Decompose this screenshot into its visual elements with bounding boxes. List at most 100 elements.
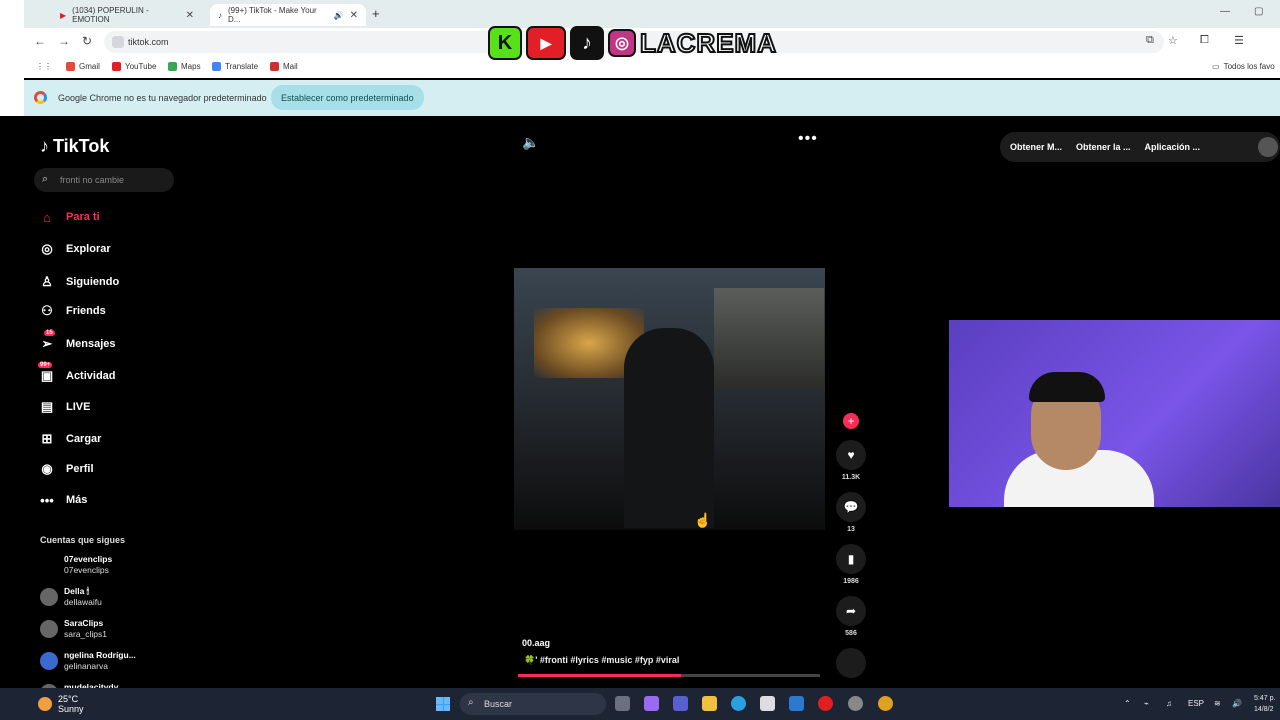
nav-live[interactable]: ▤ LIVE [38, 398, 91, 416]
profile-icon: ◉ [41, 461, 53, 476]
extensions-icon[interactable]: ⧠ [1200, 34, 1209, 47]
nav-friends[interactable]: ⚇ Friends [38, 302, 106, 320]
nav-cargar[interactable]: ⊞ Cargar [38, 430, 102, 448]
left-edge [0, 0, 24, 116]
edge-icon[interactable] [731, 696, 746, 711]
comment-action[interactable]: 💬 13 [836, 492, 866, 533]
app-icon[interactable] [789, 696, 804, 711]
bookmark-translate[interactable]: Translate [212, 62, 258, 71]
follow-plus-button[interactable]: + [843, 413, 859, 429]
activity-icon: ▣ 99+ [38, 362, 54, 383]
file-explorer-icon[interactable] [702, 696, 717, 711]
get-coins-button[interactable]: Obtener M... [1010, 142, 1062, 152]
minimize-icon[interactable]: — [1220, 6, 1230, 17]
tab-title: (1034) POPERULIN - EMOTION [72, 6, 149, 24]
heart-icon: ♥ [836, 440, 866, 470]
get-app-button[interactable]: Obtener la ... [1076, 142, 1131, 152]
speaker-icon[interactable]: 🔊 [1232, 699, 1242, 708]
stream-overlay: K ▶ ♪ ◎ LACREMA [488, 24, 777, 62]
video-building [714, 288, 824, 388]
tab-title: (99+) TikTok - Make Your D... [228, 6, 317, 24]
nav-explorar[interactable]: ◎ Explorar [38, 240, 110, 258]
new-tab-button[interactable]: + [372, 6, 380, 21]
reload-icon[interactable]: ↻ [82, 34, 92, 48]
mouse-cursor-icon: ☝ [694, 512, 712, 528]
tiktok-logo: ♪ [570, 26, 604, 60]
bookmark-mail[interactable]: Mail [270, 62, 298, 71]
cast-icon[interactable]: ⧉ [1146, 34, 1154, 47]
taskbar: 25°C Sunny ⌕ Buscar ⌃ ⌁ ♫ ESP ≋ 🔊 5:47 p. 1… [0, 688, 1280, 720]
volume-icon[interactable]: 🔈 [522, 134, 539, 151]
video-author[interactable]: 00.aag [522, 638, 550, 648]
search-input[interactable]: ⌕ fronti no cambie [34, 168, 174, 192]
like-action[interactable]: ♥ 11.3K [836, 440, 866, 481]
teams-icon[interactable] [673, 696, 688, 711]
tiktok-note-icon: ♪ [40, 136, 49, 156]
nav-actividad[interactable]: ▣ 99+ Actividad [38, 362, 116, 385]
application-button[interactable]: Aplicación ... [1145, 142, 1201, 152]
back-icon[interactable]: ← [34, 34, 46, 48]
avatar [40, 620, 58, 638]
close-icon[interactable]: ✕ [350, 10, 358, 21]
maximize-icon[interactable]: ▢ [1254, 6, 1263, 17]
windows-start-icon[interactable] [436, 697, 450, 711]
weather-widget[interactable]: 25°C Sunny [38, 694, 84, 714]
mic-icon[interactable]: ♫ [1166, 699, 1172, 708]
bookmark-youtube[interactable]: YouTube [112, 62, 156, 71]
avatar [40, 554, 58, 576]
taskbar-search[interactable]: ⌕ Buscar [460, 693, 606, 715]
language-indicator[interactable]: ESP [1188, 699, 1204, 708]
kick-logo: K [488, 26, 522, 60]
sun-icon [38, 697, 52, 711]
video-player[interactable] [514, 268, 825, 530]
store-icon[interactable] [760, 696, 775, 711]
bookmark-icon: ▮ [836, 544, 866, 574]
bookmark-maps[interactable]: Maps [168, 62, 201, 71]
chrome-icon[interactable] [878, 696, 893, 711]
avatar [40, 588, 58, 606]
nav-perfil[interactable]: ◉ Perfil [38, 460, 93, 478]
menu-icon[interactable]: ☰ [1234, 34, 1244, 47]
followed-account[interactable]: 07evenclips 07evenclips [40, 554, 112, 576]
star-icon[interactable]: ☆ [1168, 34, 1178, 47]
tiktok-logo-header[interactable]: ♪ TikTok [40, 136, 109, 157]
site-info-icon[interactable] [112, 36, 124, 48]
share-action[interactable]: ➦ 586 [836, 596, 866, 637]
comment-icon: 💬 [836, 492, 866, 522]
set-default-button[interactable]: Establecer como predeterminado [271, 85, 424, 110]
video-progress[interactable] [518, 674, 820, 677]
all-bookmarks[interactable]: ▭ Todos los favo [1212, 62, 1275, 71]
followed-account[interactable]: Della 🕯 dellawaifu [40, 586, 102, 608]
opera-icon[interactable] [818, 696, 833, 711]
wifi-icon[interactable]: ≋ [1214, 699, 1221, 708]
close-icon[interactable]: ✕ [186, 10, 194, 21]
apps-icon[interactable]: ⋮⋮ [36, 62, 52, 71]
folder-icon: ▭ [1212, 62, 1220, 71]
search-icon: ⌕ [42, 173, 49, 185]
speaker-icon[interactable]: 🔊 [334, 11, 344, 20]
copilot-icon[interactable] [644, 696, 659, 711]
sound-action[interactable] [836, 648, 866, 678]
task-view-icon[interactable] [615, 696, 630, 711]
nav-mensajes[interactable]: ➢ 15 Mensajes [38, 330, 116, 353]
forward-icon[interactable]: → [58, 34, 70, 48]
chevron-up-icon[interactable]: ⌃ [1124, 699, 1131, 708]
instagram-logo: ◎ [608, 29, 636, 57]
tab-youtube[interactable]: ▶ (1034) POPERULIN - EMOTION ✕ [52, 4, 202, 26]
app-icon[interactable] [848, 696, 863, 711]
youtube-logo: ▶ [526, 26, 566, 60]
network-icon[interactable]: ⌁ [1144, 699, 1149, 708]
bookmark-gmail[interactable]: Gmail [66, 62, 100, 71]
followed-account[interactable]: ngelina Rodrígu... gelinanarva [40, 650, 136, 672]
more-options-icon[interactable]: ••• [798, 130, 818, 148]
nav-mas[interactable]: ••• Más [38, 491, 87, 509]
save-action[interactable]: ▮ 1986 [836, 544, 866, 585]
compass-icon: ◎ [41, 241, 53, 256]
clock[interactable]: 5:47 p. 14/8/2 [1254, 693, 1275, 715]
followed-account[interactable]: SaraClips sara_clips1 [40, 618, 107, 640]
avatar[interactable] [1258, 137, 1278, 157]
nav-siguiendo[interactable]: ♙ Siguiendo [38, 273, 119, 291]
tab-tiktok[interactable]: ♪ (99+) TikTok - Make Your D... 🔊 ✕ [210, 4, 366, 26]
nav-para-ti[interactable]: ⌂ Para ti [38, 208, 100, 226]
share-icon: ➦ [836, 596, 866, 626]
